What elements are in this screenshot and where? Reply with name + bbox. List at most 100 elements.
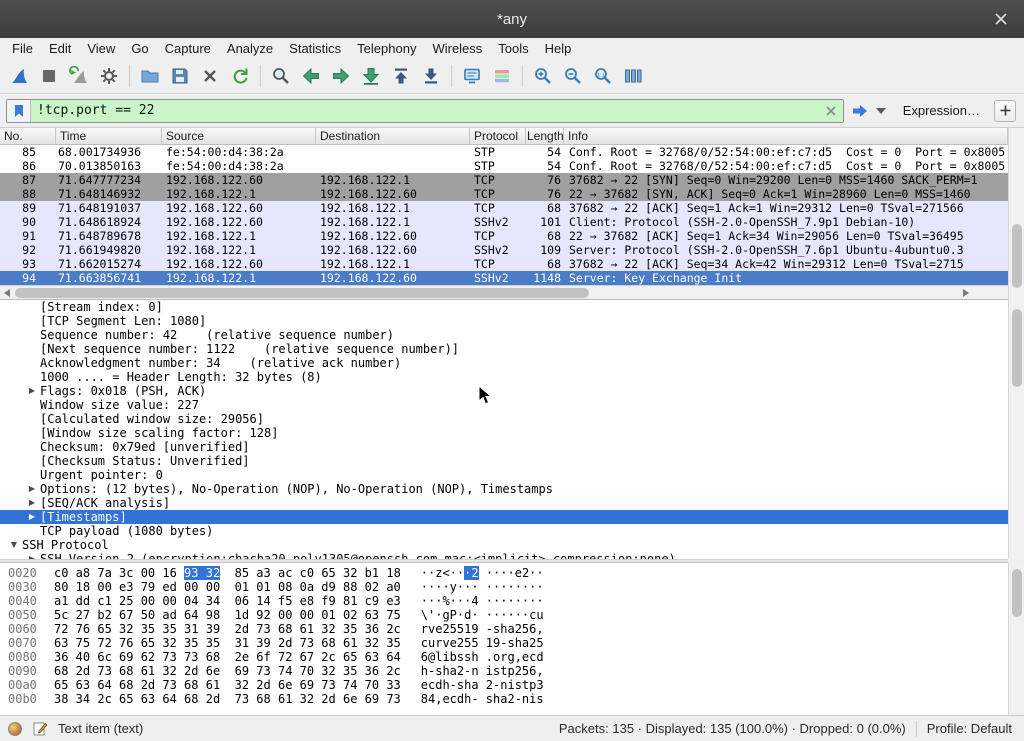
menu-item[interactable]: Capture [157, 38, 219, 58]
detail-line[interactable]: [Calculated window size: 29056] [0, 412, 1008, 426]
hex-line[interactable]: 0060 72 76 65 32 35 35 31 39 2d 73 68 61… [0, 622, 1008, 636]
packet-row[interactable]: 93 71.662015274 192.168.122.60 192.168.1… [0, 257, 1008, 271]
column-header-protocol[interactable]: Protocol [470, 128, 526, 144]
packet-row[interactable]: 92 71.661949820 192.168.122.1 192.168.12… [0, 243, 1008, 257]
packet-row[interactable]: 89 71.648191037 192.168.122.60 192.168.1… [0, 201, 1008, 215]
detail-line[interactable]: Urgent pointer: 0 [0, 468, 1008, 482]
hex-line[interactable]: 0050 5c 27 b2 67 50 ad 64 98 1d 92 00 00… [0, 608, 1008, 622]
filter-apply-button[interactable] [847, 99, 873, 123]
detail-line[interactable]: [Window size scaling factor: 128] [0, 426, 1008, 440]
packet-row[interactable]: 91 71.648789678 192.168.122.1 192.168.12… [0, 229, 1008, 243]
expander-icon[interactable]: ▶ [24, 482, 40, 496]
hex-line[interactable]: 00a0 65 63 64 68 2d 73 68 61 32 2d 6e 69… [0, 678, 1008, 692]
filter-bookmark-button[interactable] [7, 100, 31, 122]
detail-line[interactable]: Sequence number: 42 (relative sequence n… [0, 328, 1008, 342]
menu-item[interactable]: Help [537, 38, 580, 58]
menu-item[interactable]: View [79, 38, 123, 58]
expander-icon[interactable] [24, 356, 40, 370]
column-header-time[interactable]: Time [56, 128, 162, 144]
menu-item[interactable]: Edit [41, 38, 79, 58]
expert-info-icon[interactable] [8, 722, 22, 736]
hex-line[interactable]: 00b0 38 34 2c 65 63 64 68 2d 73 68 61 32… [0, 692, 1008, 706]
expander-icon[interactable] [24, 342, 40, 356]
column-header-no[interactable]: No. [0, 128, 56, 144]
packet-row[interactable]: 90 71.648618924 192.168.122.60 192.168.1… [0, 215, 1008, 229]
column-header-destination[interactable]: Destination [316, 128, 470, 144]
detail-line[interactable]: ▼ SSH Protocol [0, 538, 1008, 552]
expander-icon[interactable] [24, 314, 40, 328]
go-last-button[interactable] [416, 61, 446, 91]
hex-line[interactable]: 0020 c0 a8 7a 3c 00 16 93 32 85 a3 ac c0… [0, 566, 1008, 580]
packet-row[interactable]: 86 70.013850163 fe:54:00:d4:38:2a STP 54… [0, 159, 1008, 173]
vscroll-thumb[interactable] [1012, 224, 1022, 288]
packet-list-hscrollbar[interactable] [0, 285, 1008, 299]
stop-capture-button[interactable] [34, 61, 64, 91]
reload-button[interactable] [225, 61, 255, 91]
expander-icon[interactable] [24, 370, 40, 384]
packet-row[interactable]: 88 71.648146932 192.168.122.1 192.168.12… [0, 187, 1008, 201]
expander-icon[interactable]: ▶ [24, 510, 40, 524]
detail-line[interactable]: [Checksum Status: Unverified] [0, 454, 1008, 468]
titlebar[interactable]: *any [0, 0, 1024, 38]
expander-icon[interactable] [24, 412, 40, 426]
expander-icon[interactable] [24, 468, 40, 482]
menu-item[interactable]: Telephony [349, 38, 424, 58]
vscroll-thumb[interactable] [1012, 309, 1022, 387]
column-header-length[interactable]: Length [526, 128, 564, 144]
expander-icon[interactable] [24, 454, 40, 468]
vscroll-thumb[interactable] [1012, 569, 1022, 617]
close-button[interactable] [988, 0, 1014, 38]
packet-row[interactable]: 85 68.001734936 fe:54:00:d4:38:2a STP 54… [0, 145, 1008, 159]
expression-button[interactable]: Expression… [903, 103, 980, 118]
start-capture-button[interactable] [4, 61, 34, 91]
expander-icon[interactable]: ▶ [24, 496, 40, 510]
resize-columns-button[interactable] [618, 61, 648, 91]
detail-line[interactable]: Acknowledgment number: 34 (relative ack … [0, 356, 1008, 370]
packet-row[interactable]: 94 71.663856741 192.168.122.1 192.168.12… [0, 271, 1008, 285]
packet-list-vscrollbar[interactable] [1008, 128, 1024, 299]
detail-line[interactable]: TCP payload (1080 bytes) [0, 524, 1008, 538]
packet-row[interactable]: 87 71.647777234 192.168.122.60 192.168.1… [0, 173, 1008, 187]
detail-line[interactable]: [Stream index: 0] [0, 300, 1008, 314]
expander-icon[interactable] [24, 524, 40, 538]
detail-line[interactable]: ▶ [SEQ/ACK analysis] [0, 496, 1008, 510]
expander-icon[interactable] [24, 440, 40, 454]
menu-item[interactable]: Analyze [219, 38, 281, 58]
open-file-button[interactable] [135, 61, 165, 91]
detail-line[interactable]: Window size value: 227 [0, 398, 1008, 412]
detail-line[interactable]: [TCP Segment Len: 1080] [0, 314, 1008, 328]
expander-icon[interactable] [24, 426, 40, 440]
detail-line[interactable]: 1000 .... = Header Length: 32 bytes (8) [0, 370, 1008, 384]
menu-item[interactable]: Wireless [424, 38, 490, 58]
go-to-packet-button[interactable] [356, 61, 386, 91]
go-first-button[interactable] [386, 61, 416, 91]
expander-icon[interactable] [24, 328, 40, 342]
hex-line[interactable]: 0030 80 18 00 e3 79 ed 00 00 01 01 08 0a… [0, 580, 1008, 594]
column-header-source[interactable]: Source [162, 128, 316, 144]
filter-history-button[interactable] [873, 99, 889, 123]
detail-line[interactable]: ▶ Flags: 0x018 (PSH, ACK) [0, 384, 1008, 398]
detail-line[interactable]: Checksum: 0x79ed [unverified] [0, 440, 1008, 454]
capture-options-button[interactable] [94, 61, 124, 91]
capture-comment-icon[interactable] [32, 721, 48, 737]
scroll-right-arrow-icon[interactable] [960, 287, 972, 299]
colorize-button[interactable] [487, 61, 517, 91]
expander-icon[interactable]: ▶ [24, 384, 40, 398]
zoom-in-button[interactable] [528, 61, 558, 91]
auto-scroll-button[interactable] [457, 61, 487, 91]
details-vscrollbar[interactable] [1008, 299, 1024, 559]
zoom-original-button[interactable]: 1:1 [588, 61, 618, 91]
add-filter-button[interactable] [994, 100, 1016, 122]
go-back-button[interactable] [296, 61, 326, 91]
hscroll-thumb[interactable] [15, 288, 589, 298]
detail-line[interactable]: [Next sequence number: 1122 (relative se… [0, 342, 1008, 356]
go-forward-button[interactable] [326, 61, 356, 91]
restart-capture-button[interactable] [64, 61, 94, 91]
find-packet-button[interactable] [266, 61, 296, 91]
hex-line[interactable]: 0070 63 75 72 76 65 32 35 35 31 39 2d 73… [0, 636, 1008, 650]
display-filter-input[interactable] [31, 100, 819, 122]
filter-clear-button[interactable] [819, 100, 843, 122]
expander-icon[interactable]: ▶ [24, 552, 40, 559]
column-header-info[interactable]: Info [564, 128, 1008, 144]
menu-item[interactable]: Statistics [281, 38, 349, 58]
